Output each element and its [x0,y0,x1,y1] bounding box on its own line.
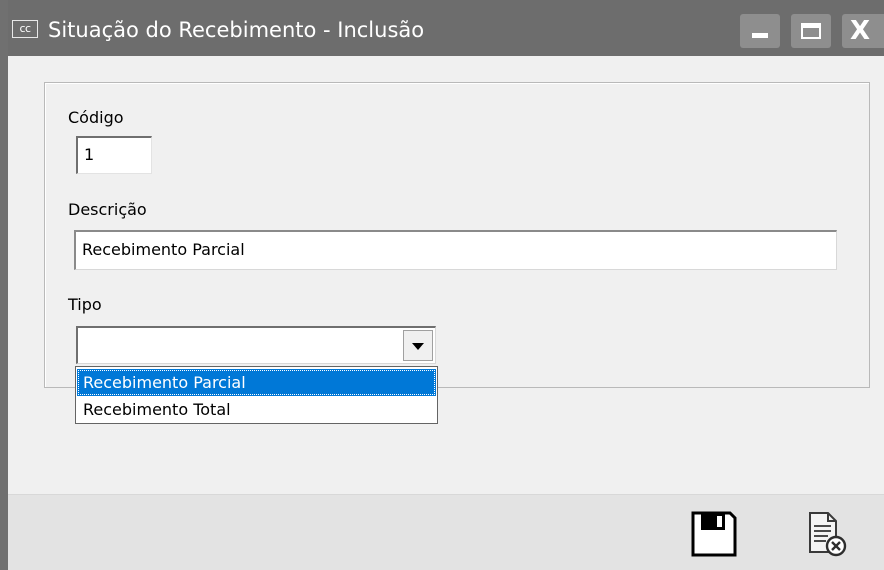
tipo-dropdown-button[interactable] [403,330,433,361]
descricao-label: Descrição [68,200,147,219]
close-icon: X [850,16,871,46]
window-title: Situação do Recebimento - Inclusão [48,18,425,42]
close-button[interactable]: X [842,14,884,48]
floppy-disk-icon [691,511,737,557]
descricao-input[interactable]: Recebimento Parcial [74,230,837,270]
footer-toolbar [8,495,884,570]
title-bar[interactable]: cc Situação do Recebimento - Inclusão X [8,0,884,56]
document-cancel-icon [809,512,847,557]
dialog-window: cc Situação do Recebimento - Inclusão X … [0,0,884,570]
chevron-down-icon [412,343,424,350]
minimize-button[interactable] [740,14,780,48]
maximize-icon [801,23,821,39]
tipo-dropdown-list: Recebimento Parcial Recebimento Total [75,366,438,424]
codigo-input[interactable]: 1 [76,136,152,174]
maximize-button[interactable] [791,14,831,48]
cancel-button[interactable] [800,508,852,560]
minimize-icon [752,33,768,38]
dropdown-option-recebimento-parcial[interactable]: Recebimento Parcial [77,369,436,396]
tipo-select[interactable] [76,326,436,364]
codigo-label: Código [68,108,124,127]
dropdown-option-recebimento-total[interactable]: Recebimento Total [77,396,436,423]
save-button[interactable] [688,508,740,560]
app-icon[interactable]: cc [12,20,38,38]
tipo-label: Tipo [68,295,102,314]
